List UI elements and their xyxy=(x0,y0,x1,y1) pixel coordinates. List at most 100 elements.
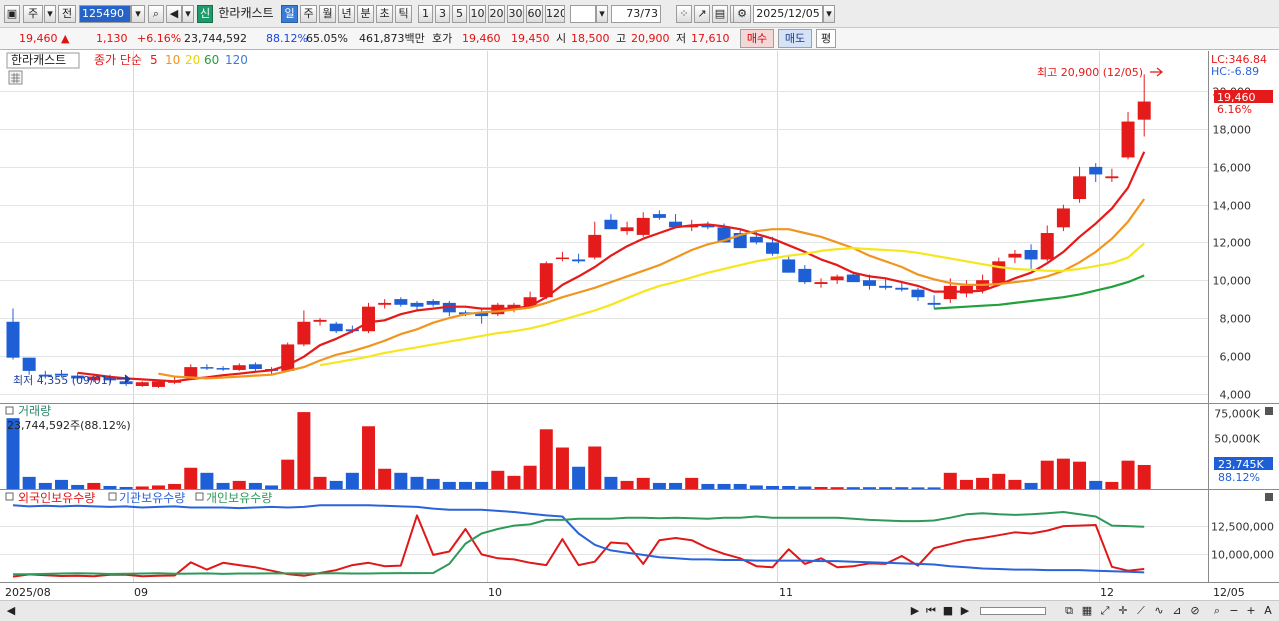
speaker-dropdown-icon[interactable]: ▾ xyxy=(182,5,194,23)
sell-button[interactable]: 매도 xyxy=(778,29,812,48)
scroll-left-icon[interactable]: ◀ xyxy=(4,604,18,618)
calendar-dropdown-icon[interactable]: ▾ xyxy=(823,5,835,23)
candle-body-54 xyxy=(879,285,893,288)
price-tick-label-2: 8,000 xyxy=(1220,313,1252,326)
volume-bar-26 xyxy=(426,478,440,489)
volume-bar-27 xyxy=(442,481,456,489)
compare-icon[interactable]: ⁘ xyxy=(676,5,692,23)
volume-bar-41 xyxy=(669,482,683,489)
interval-button-120[interactable]: 120 xyxy=(545,5,565,23)
volume-bar-22 xyxy=(362,426,376,489)
ma120-legend: 120 xyxy=(225,53,248,67)
interval-button-20[interactable]: 20 xyxy=(488,5,505,23)
zoom-out-icon[interactable]: − xyxy=(1227,604,1241,618)
stock-name: 한라캐스트 xyxy=(214,5,278,23)
stock-chart[interactable]: 4,000 6,000 8,000 10,000 12,000 14,000 16,000 1… xyxy=(0,51,1279,600)
stock-code-dropdown-icon[interactable]: ▾ xyxy=(131,5,145,23)
search-icon[interactable]: ⌕ xyxy=(148,5,164,23)
volume-bar-31 xyxy=(507,475,521,489)
interval-custom-dropdown-icon[interactable]: ▾ xyxy=(596,5,608,23)
volume-bar-36 xyxy=(588,446,602,489)
zoom-icon[interactable]: ⌕ xyxy=(1210,604,1224,618)
institution-legend-box[interactable] xyxy=(108,492,117,501)
candle-body-0 xyxy=(6,321,20,358)
draw-tool-icon[interactable]: ↗ xyxy=(694,5,710,23)
interval-button-10[interactable]: 10 xyxy=(469,5,486,23)
date-input[interactable]: 2025/12/05 xyxy=(753,5,823,23)
table-view-icon[interactable] xyxy=(8,70,23,85)
zoom-in-icon[interactable]: + xyxy=(1244,604,1258,618)
ask-price: 19,460 xyxy=(462,32,501,45)
copy-icon[interactable]: ⧉ xyxy=(1062,604,1076,618)
window-menu-icon[interactable]: ▣ xyxy=(4,5,20,23)
volume-bar-57 xyxy=(927,487,941,489)
period-tab-6[interactable]: 틱 xyxy=(395,5,412,23)
period-tab-0[interactable]: 일 xyxy=(281,5,298,23)
period-tab-2[interactable]: 월 xyxy=(319,5,336,23)
volume-bar-66 xyxy=(1073,461,1087,489)
bid-label: 호가 xyxy=(432,32,453,45)
period-dropdown-icon[interactable]: ▾ xyxy=(44,5,56,23)
volume-bar-25 xyxy=(410,476,424,489)
high-price: 20,900 xyxy=(631,32,670,45)
individual-legend-box[interactable] xyxy=(195,492,204,501)
price-change-pct: +6.16% xyxy=(137,32,182,45)
play-icon[interactable]: ▶ xyxy=(958,604,972,618)
price-tick-label-6: 16,000 xyxy=(1213,162,1252,175)
stock-legend-name: 한라캐스트 xyxy=(11,53,66,67)
holdings-pane-close-icon[interactable] xyxy=(1265,493,1273,501)
speaker-icon[interactable]: ◀ xyxy=(166,5,182,23)
interval-button-3[interactable]: 3 xyxy=(435,5,450,23)
volume-bar-58 xyxy=(943,472,957,489)
layout-icon[interactable]: ▦ xyxy=(1080,604,1094,618)
volume-bar-61 xyxy=(992,473,1006,489)
jump-start-icon[interactable]: ⏮ xyxy=(924,604,938,618)
current-price: 19,460 ▲ xyxy=(19,31,69,47)
interval-button-1[interactable]: 1 xyxy=(418,5,433,23)
zoom-slider[interactable] xyxy=(980,607,1046,615)
ruler-icon[interactable]: ⊿ xyxy=(1170,604,1184,618)
volume-tick-label-1: 50,000K xyxy=(1214,433,1260,446)
interval-button-60[interactable]: 60 xyxy=(526,5,543,23)
wave-icon[interactable]: ∿ xyxy=(1152,604,1166,618)
up-triangle-icon: ▲ xyxy=(61,32,70,45)
volume-bar-68 xyxy=(1105,481,1119,489)
volume-pane-close-icon[interactable] xyxy=(1265,407,1273,415)
period-tab-5[interactable]: 초 xyxy=(376,5,393,23)
link-icon[interactable]: ⊘ xyxy=(1188,604,1202,618)
text-tool-icon[interactable]: A xyxy=(1261,604,1275,618)
low-price: 17,610 xyxy=(691,32,730,45)
volume-bar-29 xyxy=(475,481,489,489)
interval-custom-input[interactable] xyxy=(570,5,596,23)
fit-icon[interactable]: ⤢ xyxy=(1098,604,1112,618)
stock-code-input[interactable]: 125490 xyxy=(79,5,131,23)
trend-icon[interactable]: ⟋ xyxy=(1134,604,1148,618)
volume-bar-64 xyxy=(1040,460,1054,489)
crosshair-icon[interactable]: ✛ xyxy=(1116,604,1130,618)
period-select[interactable]: 주 xyxy=(23,5,43,23)
period-tab-4[interactable]: 분 xyxy=(357,5,374,23)
scroll-right-icon[interactable]: ▶ xyxy=(908,604,922,618)
volume-bar-1 xyxy=(22,476,36,489)
eval-button[interactable]: 평 xyxy=(816,29,836,48)
price-tick-label-3: 10,000 xyxy=(1213,275,1252,288)
save-icon[interactable]: ▤ xyxy=(712,5,728,23)
prev-button[interactable]: 전 xyxy=(58,5,76,23)
volume-bar-56 xyxy=(911,487,925,489)
candle-body-48 xyxy=(782,259,796,273)
chart-scrollbar[interactable]: ◀ ▶ ⏮ ■ ▶ ⧉ ▦ ⤢ ✛ ⟋ ∿ ⊿ ⊘ ⌕ − + A xyxy=(0,600,1279,621)
period-tab-1[interactable]: 주 xyxy=(300,5,317,23)
last-date-label: 12/05 xyxy=(1213,586,1245,599)
date-label-nov: 11 xyxy=(779,586,793,599)
buy-button[interactable]: 매수 xyxy=(740,29,774,48)
period-tab-3[interactable]: 년 xyxy=(338,5,355,23)
gear-icon[interactable]: ⚙ xyxy=(733,5,751,23)
individual-legend: 개인보유수량 xyxy=(206,491,272,505)
count-display[interactable]: 73/73 xyxy=(611,5,661,23)
foreign-legend-box[interactable] xyxy=(5,492,14,501)
volume-legend-box[interactable] xyxy=(5,406,14,415)
stop-icon[interactable]: ■ xyxy=(941,604,955,618)
interval-button-30[interactable]: 30 xyxy=(507,5,524,23)
volume-tag-value: 23,745K xyxy=(1218,458,1264,471)
interval-button-5[interactable]: 5 xyxy=(452,5,467,23)
